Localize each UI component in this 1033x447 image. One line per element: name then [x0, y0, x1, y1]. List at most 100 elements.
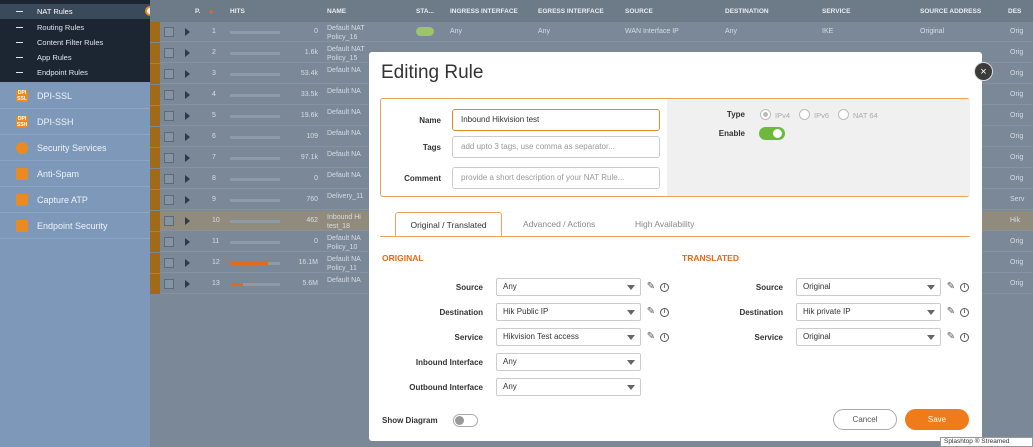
row-drag-handle[interactable]	[150, 211, 160, 231]
show-diagram-toggle[interactable]	[453, 414, 478, 427]
tab-advanced-actions[interactable]: Advanced / Actions	[523, 212, 595, 237]
expand-arrow-icon[interactable]	[185, 175, 190, 183]
col-ingress[interactable]: INGRESS INTERFACE	[450, 8, 518, 15]
row-checkbox[interactable]	[164, 195, 174, 205]
translated-service-select[interactable]: Original	[796, 328, 941, 346]
expand-arrow-icon[interactable]	[185, 112, 190, 120]
tags-input[interactable]: add upto 3 tags, use comma as separator.…	[452, 136, 660, 158]
sidebar-item-dpi-ssh[interactable]: DPI SSH DPI-SSH	[0, 109, 150, 135]
expand-arrow-icon[interactable]	[185, 196, 190, 204]
col-priority[interactable]: P.	[195, 8, 200, 15]
inbound-interface-select[interactable]: Any	[496, 353, 641, 371]
sidebar-item-security-services[interactable]: Security Services	[0, 135, 150, 161]
col-status[interactable]: STA...	[416, 8, 434, 15]
sidebar-item-endpoint-security[interactable]: Endpoint Security	[0, 213, 150, 239]
row-drag-handle[interactable]	[150, 22, 160, 42]
row-drag-handle[interactable]	[150, 274, 160, 294]
type-nat64-label: NAT 64	[853, 111, 878, 120]
col-egress[interactable]: EGRESS INTERFACE	[538, 8, 604, 15]
original-destination-select[interactable]: Hik Public IP	[496, 303, 641, 321]
row-checkbox[interactable]	[164, 111, 174, 121]
row-drag-handle[interactable]	[150, 190, 160, 210]
expand-arrow-icon[interactable]	[185, 217, 190, 225]
row-checkbox[interactable]	[164, 258, 174, 268]
info-icon[interactable]: i	[960, 308, 969, 317]
row-drag-handle[interactable]	[150, 232, 160, 252]
col-source[interactable]: SOURCE	[625, 8, 653, 15]
type-nat64-radio[interactable]	[838, 109, 849, 120]
sidebar-item-capture-atp[interactable]: Capture ATP	[0, 187, 150, 213]
row-drag-handle[interactable]	[150, 169, 160, 189]
row-drag-handle[interactable]	[150, 148, 160, 168]
col-hits[interactable]: HITS	[230, 8, 245, 15]
expand-arrow-icon[interactable]	[185, 154, 190, 162]
row-drag-handle[interactable]	[150, 253, 160, 273]
original-service-select[interactable]: Hikvision Test access	[496, 328, 641, 346]
close-icon[interactable]: ×	[974, 62, 993, 81]
outbound-interface-select[interactable]: Any	[496, 378, 641, 396]
col-service[interactable]: SERVICE	[822, 8, 850, 15]
row-drag-handle[interactable]	[150, 85, 160, 105]
row-drag-handle[interactable]	[150, 106, 160, 126]
info-icon[interactable]: i	[960, 283, 969, 292]
row-drag-handle[interactable]	[150, 43, 160, 63]
expand-arrow-icon[interactable]	[185, 259, 190, 267]
col-destination[interactable]: DESTINATION	[725, 8, 769, 15]
expand-arrow-icon[interactable]	[185, 28, 190, 36]
expand-arrow-icon[interactable]	[185, 49, 190, 57]
cancel-button[interactable]: Cancel	[833, 409, 897, 430]
original-source-select[interactable]: Any	[496, 278, 641, 296]
col-source-address[interactable]: SOURCE ADDRESS	[920, 8, 981, 15]
save-button[interactable]: Save	[905, 409, 969, 430]
info-icon[interactable]: i	[660, 283, 669, 292]
edit-pencil-icon[interactable]: ✎	[645, 281, 657, 293]
expand-arrow-icon[interactable]	[185, 280, 190, 288]
translated-destination-select[interactable]: Hik private IP	[796, 303, 941, 321]
row-checkbox[interactable]	[164, 174, 174, 184]
info-icon[interactable]: i	[660, 308, 669, 317]
row-checkbox[interactable]	[164, 27, 174, 37]
table-row[interactable]: 1 0 Default NAT Policy_16 Orig Any Any WAN Int…	[150, 22, 1033, 42]
row-checkbox[interactable]	[164, 279, 174, 289]
row-checkbox[interactable]	[164, 90, 174, 100]
expand-arrow-icon[interactable]	[185, 91, 190, 99]
row-checkbox[interactable]	[164, 132, 174, 142]
row-checkbox[interactable]	[164, 69, 174, 79]
sidebar-item-content-filter-rules[interactable]: Content Filter Rules	[0, 35, 150, 50]
shield-icon	[16, 142, 28, 154]
tab-high-availability[interactable]: High Availability	[635, 212, 694, 237]
sidebar-item-dpi-ssl[interactable]: DPI SSL DPI-SSL	[0, 83, 150, 109]
row-checkbox[interactable]	[164, 48, 174, 58]
sidebar-item-routing-rules[interactable]: Routing Rules	[0, 20, 150, 35]
sidebar-item-endpoint-rules[interactable]: Endpoint Rules	[0, 65, 150, 80]
expand-arrow-icon[interactable]	[185, 133, 190, 141]
translated-source-select[interactable]: Original	[796, 278, 941, 296]
col-name[interactable]: NAME	[327, 8, 346, 15]
name-input[interactable]: Inbound Hikvision test	[452, 109, 660, 131]
row-checkbox[interactable]	[164, 216, 174, 226]
sidebar-item-nat-rules[interactable]: NAT Rules	[0, 4, 150, 19]
col-destination-address[interactable]: DES	[1008, 8, 1021, 15]
comment-input[interactable]: provide a short description of your NAT …	[452, 167, 660, 189]
info-icon[interactable]: i	[960, 333, 969, 342]
edit-pencil-icon[interactable]: ✎	[945, 306, 957, 318]
enable-toggle[interactable]	[759, 127, 785, 140]
row-drag-handle[interactable]	[150, 127, 160, 147]
expand-arrow-icon[interactable]	[185, 70, 190, 78]
type-ipv6-radio[interactable]	[799, 109, 810, 120]
info-icon[interactable]: i	[660, 333, 669, 342]
row-checkbox[interactable]	[164, 237, 174, 247]
edit-pencil-icon[interactable]: ✎	[645, 331, 657, 343]
edit-pencil-icon[interactable]: ✎	[645, 306, 657, 318]
expand-arrow-icon[interactable]	[185, 238, 190, 246]
sidebar-item-app-rules[interactable]: App Rules	[0, 50, 150, 65]
edit-pencil-icon[interactable]: ✎	[945, 281, 957, 293]
row-checkbox[interactable]	[164, 153, 174, 163]
row-status-toggle[interactable]	[416, 27, 434, 36]
sort-up-icon[interactable]: ▲	[208, 8, 214, 15]
row-drag-handle[interactable]	[150, 64, 160, 84]
tab-original-translated[interactable]: Original / Translated	[395, 212, 502, 237]
edit-pencil-icon[interactable]: ✎	[945, 331, 957, 343]
type-ipv4-radio[interactable]	[760, 109, 771, 120]
sidebar-item-anti-spam[interactable]: Anti-Spam	[0, 161, 150, 187]
